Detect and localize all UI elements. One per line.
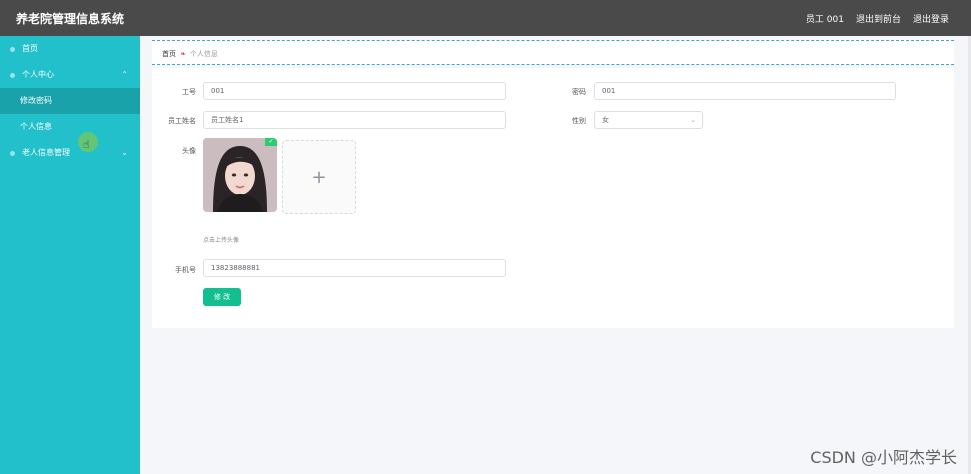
home-icon <box>10 47 15 52</box>
breadcrumb-current: 个人信息 <box>189 50 218 58</box>
sidebar: 首页 个人中心 ⌃ 修改密码 个人信息 老人信息管理 ⌄ ☝ <box>0 36 140 474</box>
sidebar-item-personal-info[interactable]: 个人信息 <box>0 114 140 140</box>
list-icon <box>10 151 15 156</box>
avatar-upload-button[interactable]: + <box>282 140 356 214</box>
update-button[interactable]: 修 改 <box>203 288 241 306</box>
avatar-upload-hint: 点击上传头像 <box>203 237 240 244</box>
employee-id-label: 工号 <box>182 88 196 96</box>
current-user-label: 员工 001 <box>805 15 844 25</box>
pointer-hand-icon: ☝ <box>83 138 90 151</box>
app-title: 养老院管理信息系统 <box>16 12 125 26</box>
gender-label: 性别 <box>572 117 586 125</box>
phone-input[interactable]: 13823888881 <box>203 259 506 277</box>
logout-link[interactable]: 退出登录 <box>913 12 949 25</box>
employee-name-input[interactable]: 员工姓名1 <box>203 111 506 129</box>
gender-select[interactable]: 女 ⌄ <box>594 111 703 129</box>
check-icon: ✓ <box>265 138 277 146</box>
sidebar-item-label: 老人信息管理 <box>22 148 70 157</box>
password-input[interactable]: 001 <box>594 82 896 100</box>
header-actions: 员工 001 退出到前台 退出登录 <box>806 12 949 25</box>
sidebar-item-home[interactable]: 首页 <box>0 36 140 62</box>
chevron-down-icon: ⌄ <box>690 116 696 124</box>
sidebar-item-label: 首页 <box>22 44 38 53</box>
chevron-down-icon: ⌄ <box>121 148 128 157</box>
user-icon <box>10 73 15 78</box>
plus-icon: + <box>311 166 327 188</box>
password-label: 密码 <box>572 88 586 96</box>
sidebar-item-label: 个人信息 <box>20 122 52 131</box>
sidebar-item-change-password[interactable]: 修改密码 <box>0 88 140 114</box>
chevron-up-icon: ⌃ <box>121 70 128 79</box>
watermark: CSDN @小阿杰学长 <box>810 448 957 467</box>
employee-name-label: 员工姓名 <box>168 117 196 125</box>
avatar-portrait-icon <box>203 138 277 212</box>
employee-id-input[interactable]: 001 <box>203 82 506 100</box>
avatar-label: 头像 <box>182 147 196 155</box>
sidebar-item-elder-info[interactable]: 老人信息管理 ⌄ <box>0 140 140 166</box>
gender-selected-value: 女 <box>602 116 609 124</box>
breadcrumb-home[interactable]: 首页 <box>162 49 176 59</box>
profile-form-card: 工号 001 密码 001 员工姓名 员工姓名1 性别 女 ⌄ 头像 ✓ + 点… <box>152 68 954 328</box>
breadcrumb: 首页 ❧ 个人信息 <box>162 49 218 59</box>
sidebar-item-label: 修改密码 <box>20 96 52 105</box>
sidebar-item-personal-center[interactable]: 个人中心 ⌃ <box>0 62 140 88</box>
avatar-image[interactable]: ✓ <box>203 138 277 212</box>
top-header: 养老院管理信息系统 员工 001 退出到前台 退出登录 <box>0 0 971 36</box>
breadcrumb-separator-icon: ❧ <box>180 50 186 58</box>
sidebar-item-label: 个人中心 <box>22 70 54 79</box>
breadcrumb-bar: 首页 ❧ 个人信息 <box>152 40 954 65</box>
phone-label: 手机号 <box>175 266 196 274</box>
exit-to-frontend-link[interactable]: 退出到前台 <box>856 12 901 25</box>
